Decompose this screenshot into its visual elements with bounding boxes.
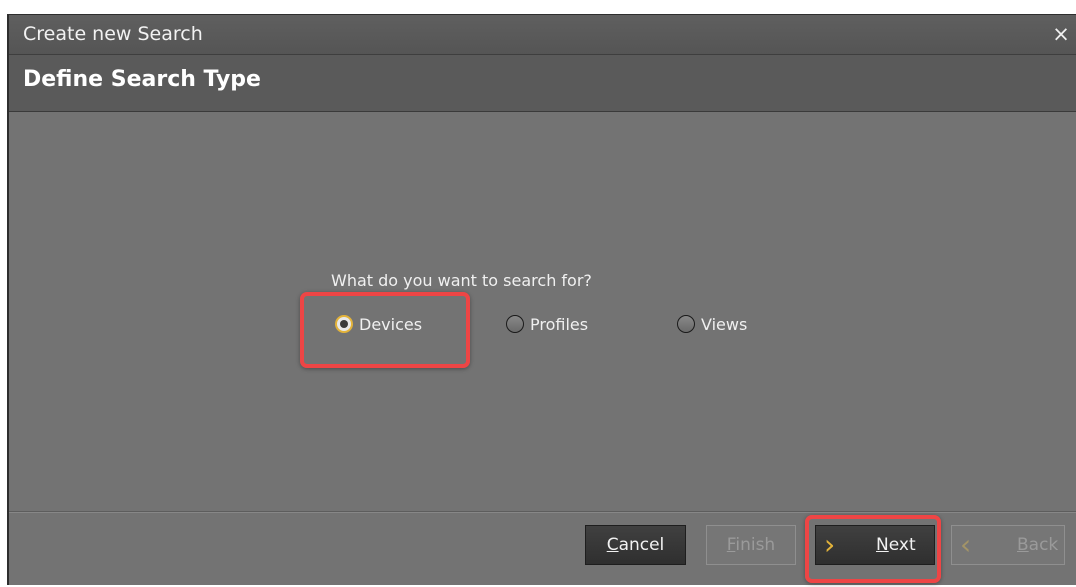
- radio-selected-icon[interactable]: [335, 315, 353, 333]
- radio-profiles[interactable]: Profiles: [506, 312, 588, 336]
- radio-profiles-label: Profiles: [530, 314, 589, 334]
- next-mnemonic: N: [876, 535, 889, 555]
- chevron-left-icon: ‹: [960, 528, 972, 561]
- finish-button[interactable]: Finish: [706, 525, 796, 565]
- radio-views-label: Views: [701, 314, 748, 334]
- cancel-button[interactable]: Cancel: [585, 525, 686, 565]
- create-search-dialog: Create new Search × Define Search Type W…: [7, 14, 1076, 585]
- chevron-right-icon: ›: [824, 528, 836, 561]
- radio-devices-label: Devices: [359, 314, 423, 334]
- radio-views[interactable]: Views: [677, 312, 747, 336]
- title-bar[interactable]: Create new Search ×: [9, 15, 1076, 55]
- search-question: What do you want to search for?: [331, 271, 592, 290]
- button-bar: Cancel Finish › Next ‹ Back: [9, 511, 1076, 587]
- radio-unselected-icon[interactable]: [506, 315, 524, 333]
- step-title: Define Search Type: [23, 67, 261, 92]
- back-label: ack: [1028, 535, 1059, 555]
- cancel-label: ancel: [618, 535, 665, 555]
- close-icon[interactable]: ×: [1052, 23, 1070, 45]
- radio-unselected-icon[interactable]: [677, 315, 695, 333]
- window-title: Create new Search: [23, 23, 203, 45]
- step-header: Define Search Type: [9, 55, 1076, 112]
- cancel-mnemonic: C: [606, 535, 619, 555]
- content-area: What do you want to search for? Devices …: [9, 112, 1076, 512]
- next-label: ext: [888, 535, 916, 555]
- radio-devices[interactable]: Devices: [335, 312, 422, 336]
- finish-label: inish: [735, 535, 776, 555]
- next-button[interactable]: › Next: [815, 525, 935, 565]
- back-mnemonic: B: [1017, 535, 1029, 555]
- back-button[interactable]: ‹ Back: [951, 525, 1065, 565]
